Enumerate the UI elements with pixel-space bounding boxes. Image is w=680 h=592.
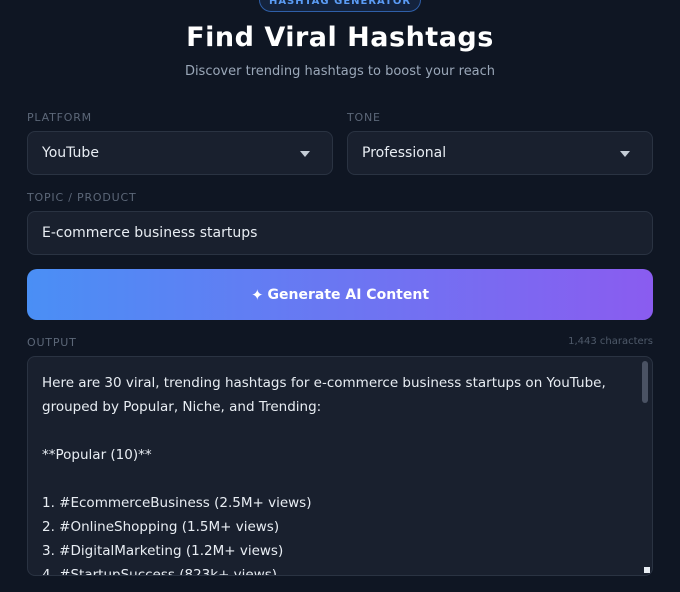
output-label: OUTPUT xyxy=(27,336,77,349)
platform-label: PLATFORM xyxy=(27,111,92,124)
tone-label: TONE xyxy=(347,111,381,124)
output-line: 4. #StartupSuccess (823k+ views) xyxy=(42,567,278,576)
output-line: 2. #OnlineShopping (1.5M+ views) xyxy=(42,519,280,535)
topic-label: TOPIC / PRODUCT xyxy=(27,191,137,204)
output-line: 3. #DigitalMarketing (1.2M+ views) xyxy=(42,543,284,559)
output-scrollbar[interactable] xyxy=(642,361,648,403)
page-subtitle: Discover trending hashtags to boost your… xyxy=(184,64,496,79)
topic-input[interactable]: E-commerce business startups xyxy=(27,211,653,255)
generate-button-label: Generate AI Content xyxy=(267,286,430,303)
resize-handle-icon[interactable] xyxy=(644,567,650,573)
sparkle-icon: ✦ xyxy=(250,285,264,304)
platform-select[interactable]: YouTube xyxy=(27,131,333,175)
tone-select[interactable]: Professional xyxy=(347,131,653,175)
output-line: **Popular (10)** xyxy=(42,447,152,463)
output-line: grouped by Popular, Niche, and Trending: xyxy=(42,399,322,415)
chevron-down-icon xyxy=(620,151,630,157)
hashtag-generator-badge: HASHTAG GENERATOR xyxy=(259,0,421,12)
character-count: 1,443 characters xyxy=(568,336,653,347)
chevron-down-icon xyxy=(300,151,310,157)
page-title: Find Viral Hashtags xyxy=(186,22,494,53)
output-line: 1. #EcommerceBusiness (2.5M+ views) xyxy=(42,495,312,511)
output-text: Here are 30 viral, trending hashtags for… xyxy=(42,371,628,576)
tone-selected-value: Professional xyxy=(362,145,447,161)
output-line: Here are 30 viral, trending hashtags for… xyxy=(42,375,606,391)
generate-ai-content-button[interactable]: ✦ Generate AI Content xyxy=(27,269,653,320)
topic-input-value: E-commerce business startups xyxy=(42,225,258,241)
platform-selected-value: YouTube xyxy=(42,145,99,161)
output-textarea[interactable]: Here are 30 viral, trending hashtags for… xyxy=(27,356,653,576)
